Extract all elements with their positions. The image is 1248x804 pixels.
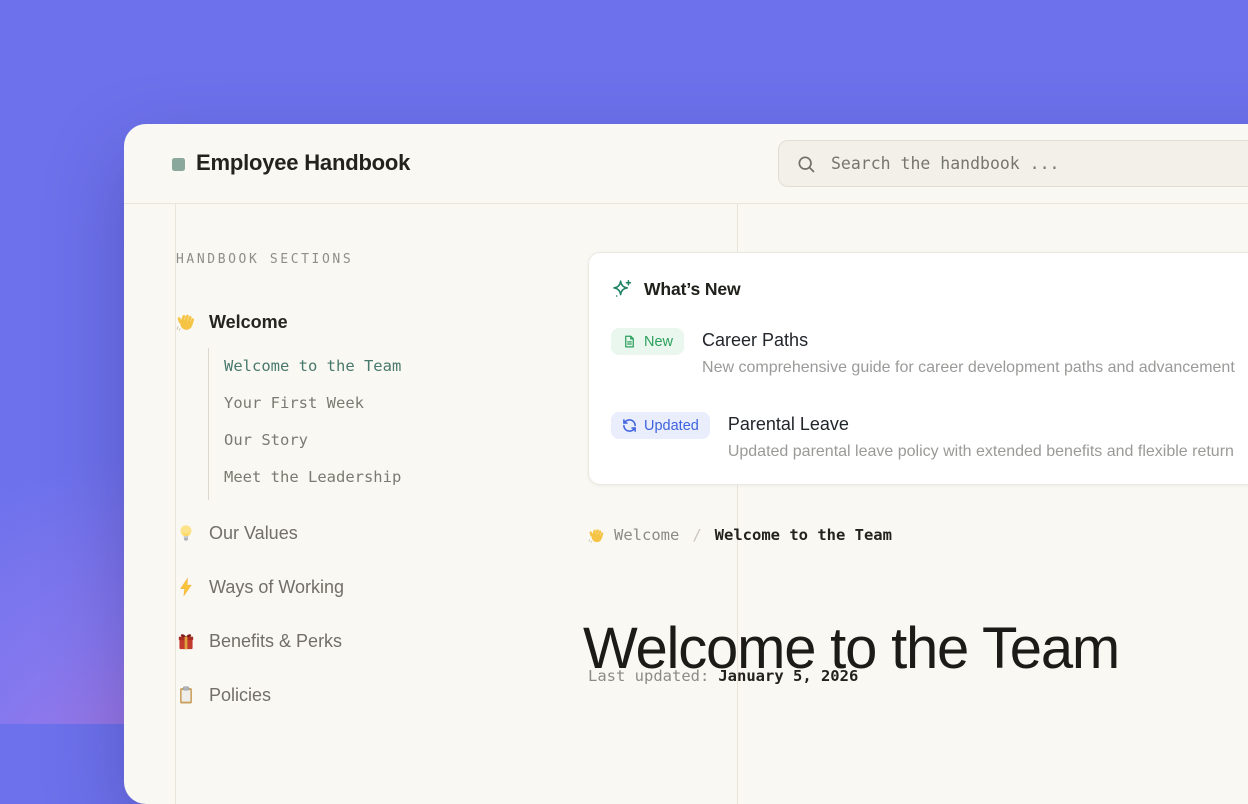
lightbulb-icon <box>176 523 196 543</box>
frame-hairline-left <box>175 203 176 804</box>
wave-icon <box>176 312 196 332</box>
updated-badge: Updated <box>611 412 710 439</box>
search-icon <box>796 154 816 174</box>
sidebar-item-benefits-perks[interactable]: Benefits & Perks <box>176 628 344 654</box>
whats-new-item-title: Career Paths <box>702 330 1235 351</box>
whats-new-item-career-paths[interactable]: New Career Paths New comprehensive guide… <box>611 328 1248 377</box>
sidebar-item-label: Benefits & Perks <box>209 631 342 652</box>
desktop-background: { "header": { "title": "Employee Handboo… <box>0 0 1248 724</box>
sidebar-item-ways-of-working[interactable]: Ways of Working <box>176 574 344 600</box>
sidebar-item-label: Our Values <box>209 523 298 544</box>
app-logo <box>172 158 185 171</box>
sparkle-icon <box>611 278 633 300</box>
wave-icon <box>588 527 605 544</box>
new-badge: New <box>611 328 684 355</box>
sidebar-subitem-your-first-week[interactable]: Your First Week <box>224 392 401 414</box>
whats-new-item-description: New comprehensive guide for career devel… <box>702 358 1235 377</box>
sidebar-item-label: Ways of Working <box>209 577 344 598</box>
search-input[interactable] <box>829 153 1248 174</box>
breadcrumb: Welcome / Welcome to the Team <box>588 526 892 544</box>
whats-new-item-title: Parental Leave <box>728 414 1234 435</box>
search-box[interactable] <box>778 140 1248 187</box>
sidebar-subitem-meet-the-leadership[interactable]: Meet the Leadership <box>224 466 401 488</box>
breadcrumb-current-page: Welcome to the Team <box>715 526 892 544</box>
sidebar-subitem-welcome-to-the-team[interactable]: Welcome to the Team <box>224 355 401 377</box>
last-updated: Last updated: January 5, 2026 <box>588 667 858 685</box>
subnav-indent-guide <box>208 348 209 500</box>
sidebar-sections: Our Values Ways of Working Benefits & Pe… <box>176 520 344 708</box>
sidebar-item-label: Policies <box>209 685 271 706</box>
breadcrumb-section[interactable]: Welcome <box>614 526 679 544</box>
whats-new-item-description: Updated parental leave policy with exten… <box>728 442 1234 461</box>
lightning-icon <box>176 577 196 597</box>
sidebar-item-our-values[interactable]: Our Values <box>176 520 344 546</box>
gift-icon <box>176 631 196 651</box>
sidebar-item-label: Welcome <box>209 312 288 333</box>
sidebar-item-policies[interactable]: Policies <box>176 682 344 708</box>
whats-new-item-parental-leave[interactable]: Updated Parental Leave Updated parental … <box>611 412 1248 461</box>
whats-new-title: What’s New <box>644 279 741 300</box>
app-header: Employee Handbook <box>124 124 1248 204</box>
last-updated-value: January 5, 2026 <box>718 667 858 685</box>
handbook-window: Employee Handbook HANDBOOK SECTIONS Welc… <box>124 124 1248 804</box>
refresh-icon <box>622 418 637 433</box>
sidebar-subnav: Welcome to the Team Your First Week Our … <box>224 355 401 488</box>
last-updated-label: Last updated: <box>588 667 709 685</box>
app-title: Employee Handbook <box>196 150 410 176</box>
sidebar-item-welcome[interactable]: Welcome <box>176 309 288 335</box>
whats-new-card: What’s New New Career Paths New comprehe… <box>588 252 1248 485</box>
breadcrumb-separator: / <box>692 526 701 544</box>
sidebar-heading: HANDBOOK SECTIONS <box>176 252 353 267</box>
sidebar-subitem-our-story[interactable]: Our Story <box>224 429 401 451</box>
document-icon <box>622 334 637 349</box>
clipboard-icon <box>176 685 196 705</box>
